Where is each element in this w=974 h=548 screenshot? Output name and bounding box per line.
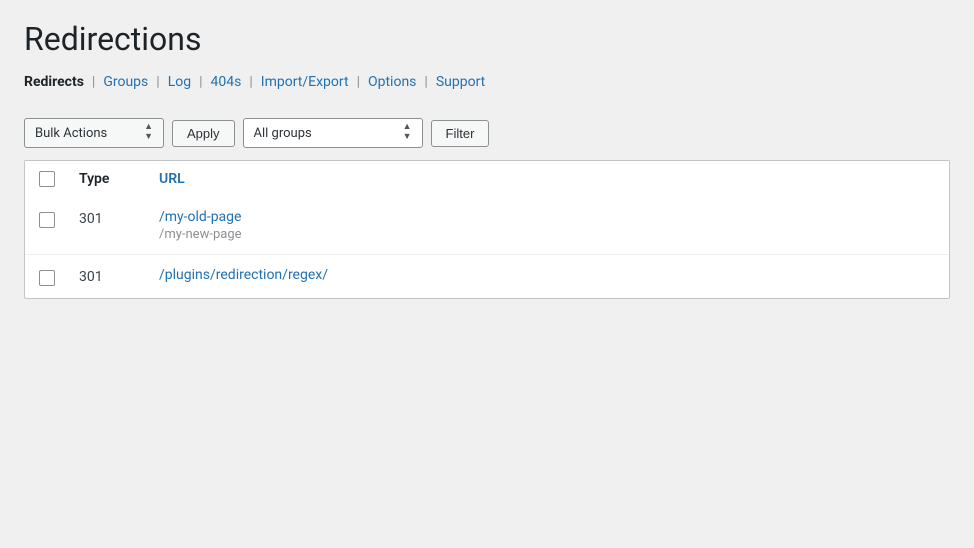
toolbar: Bulk Actions ▲▼ Apply All groups ▲▼ Filt… (24, 110, 950, 156)
nav-tab-groups[interactable]: Groups (103, 74, 148, 90)
nav-sep-6: | (424, 74, 427, 90)
groups-label: All groups (254, 126, 312, 141)
row-1-checkbox[interactable] (39, 212, 55, 228)
table-header-row: Type URL (25, 161, 949, 197)
apply-button[interactable]: Apply (172, 120, 235, 147)
bulk-actions-arrows-icon: ▲▼ (144, 123, 153, 143)
row-2-type: 301 (67, 255, 147, 298)
row-1-url-secondary: /my-new-page (159, 227, 937, 242)
row-2-check-cell (25, 255, 67, 298)
table-row: 301 /my-old-page /my-new-page (25, 197, 949, 255)
filter-button[interactable]: Filter (431, 120, 490, 147)
row-2-url: /plugins/redirection/regex/ (147, 255, 949, 298)
row-1-url: /my-old-page /my-new-page (147, 197, 949, 255)
row-1-type: 301 (67, 197, 147, 255)
groups-arrows-icon: ▲▼ (403, 123, 412, 143)
col-header-check (25, 161, 67, 197)
col-header-url[interactable]: URL (147, 161, 949, 197)
nav-sep-1: | (92, 74, 95, 90)
nav-sep-3: | (199, 74, 202, 90)
select-all-checkbox[interactable] (39, 171, 55, 187)
row-1-url-primary[interactable]: /my-old-page (159, 209, 937, 225)
nav-sep-5: | (357, 74, 360, 90)
page-title: Redirections (24, 20, 950, 58)
nav-sep-4: | (249, 74, 252, 90)
table-row: 301 /plugins/redirection/regex/ (25, 255, 949, 298)
row-2-url-primary[interactable]: /plugins/redirection/regex/ (159, 267, 937, 283)
bulk-actions-label: Bulk Actions (35, 126, 107, 141)
nav-tab-support[interactable]: Support (436, 74, 485, 90)
row-1-check-cell (25, 197, 67, 255)
nav-tab-404s[interactable]: 404s (211, 74, 242, 90)
redirects-table: Type URL 301 /my-old-page /my-new-page (25, 161, 949, 298)
nav-tab-options[interactable]: Options (368, 74, 416, 90)
row-2-checkbox[interactable] (39, 270, 55, 286)
redirects-table-container: Type URL 301 /my-old-page /my-new-page (24, 160, 950, 299)
nav-sep-2: | (156, 74, 159, 90)
nav-tab-log[interactable]: Log (168, 74, 191, 90)
groups-dropdown[interactable]: All groups ▲▼ (243, 118, 423, 148)
nav-tab-import-export[interactable]: Import/Export (261, 74, 349, 90)
bulk-actions-dropdown[interactable]: Bulk Actions ▲▼ (24, 118, 164, 148)
nav-tabs: Redirects | Groups | Log | 404s | Import… (24, 74, 950, 90)
nav-tab-redirects[interactable]: Redirects (24, 74, 84, 90)
col-header-type: Type (67, 161, 147, 197)
